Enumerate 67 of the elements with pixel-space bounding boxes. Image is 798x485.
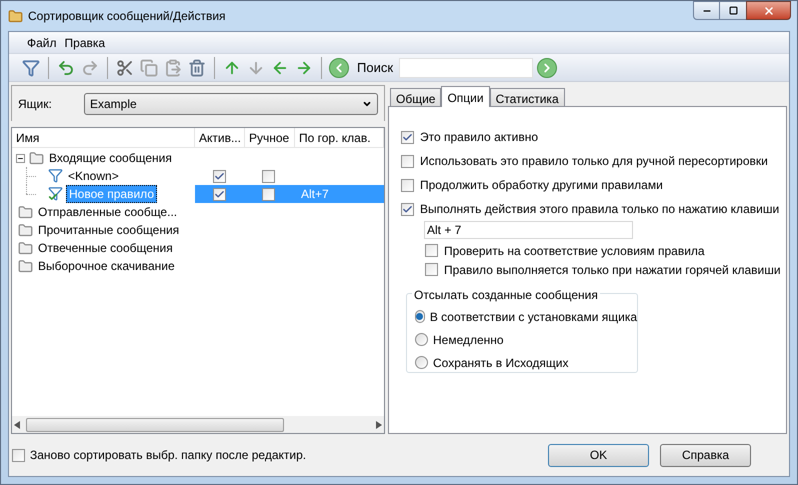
column-header[interactable]: Имя [12, 128, 195, 147]
tree-item[interactable]: Прочитанные сообщения [36, 222, 182, 238]
close-button[interactable] [746, 1, 791, 20]
scroll-left-icon[interactable] [14, 420, 20, 428]
folder-icon [18, 222, 34, 238]
tree-item[interactable]: <Known> [66, 168, 121, 184]
checkbox-label: Заново сортировать выбр. папку после редактир. [30, 447, 306, 464]
folder-icon [18, 240, 34, 256]
mailbox-label: Ящик: [18, 96, 53, 112]
horizontal-scrollbar[interactable] [12, 416, 384, 433]
maximize-button[interactable] [720, 1, 746, 20]
ok-button[interactable]: OK [548, 444, 649, 466]
column-header[interactable]: Актив... [195, 128, 245, 147]
scroll-right-icon[interactable] [376, 420, 382, 428]
checkbox[interactable] [212, 170, 226, 182]
tree-item[interactable]: Отвеченные сообщения [36, 240, 175, 256]
option-label: Продолжить обработку другими правилами [420, 177, 663, 194]
window-title: Сортировщик сообщений/Действия [28, 8, 226, 25]
checkbox[interactable] [401, 202, 414, 216]
radio-label: Сохранять в Исходящих [433, 354, 568, 372]
search-label: Поиск [357, 58, 394, 77]
checkbox[interactable] [262, 170, 274, 182]
app-icon [7, 8, 23, 24]
tab[interactable]: Общие [390, 88, 442, 106]
radio-button[interactable] [415, 356, 428, 369]
tree-item[interactable]: Отправленные сообще... [36, 204, 180, 220]
tab[interactable]: Статистика [490, 88, 565, 106]
mailbox-dropdown[interactable]: Example [84, 92, 378, 114]
folder-icon [18, 204, 34, 220]
maximize-icon [728, 6, 738, 15]
filter-icon [48, 186, 64, 202]
hotkey-text: Alt+7 [301, 187, 329, 201]
option-label: Это правило активно [420, 129, 538, 146]
option-label: Использовать это правило только для ручной пересортировки [420, 153, 768, 170]
radio-button[interactable] [415, 310, 425, 323]
checkbox[interactable] [12, 448, 25, 462]
radio-button[interactable] [415, 333, 428, 346]
minimize-button[interactable] [693, 1, 720, 20]
checkbox[interactable] [425, 244, 438, 257]
filter-icon [48, 168, 64, 184]
back-icon[interactable] [329, 58, 349, 78]
checkbox[interactable] [401, 130, 414, 144]
option-label: Выполнять действия этого правила только по нажатию клавиши [420, 201, 780, 218]
forward-icon[interactable] [537, 58, 558, 78]
folder-icon [29, 150, 45, 166]
collapse-toggle[interactable] [16, 154, 25, 162]
tree-item[interactable]: Входящие сообщения [47, 150, 174, 166]
option-label: Проверить на соответствие условиям правила [444, 242, 705, 260]
checkbox[interactable] [401, 178, 414, 192]
close-icon [762, 4, 774, 16]
tab[interactable]: Опции [441, 86, 490, 107]
folder-icon [18, 258, 34, 274]
radio-label: Немедленно [433, 332, 504, 348]
column-header[interactable]: По гор. клав. [295, 128, 384, 147]
tree-item[interactable]: Выборочное скачивание [36, 258, 177, 274]
help-button[interactable]: Справка [660, 444, 751, 466]
search-field[interactable] [399, 58, 534, 78]
checkbox[interactable] [262, 188, 274, 200]
radio-label: В соответствии с установками ящика [430, 308, 637, 326]
checkbox[interactable] [401, 154, 414, 168]
menu-item[interactable]: Правка [60, 34, 110, 52]
column-header[interactable]: Ручное [245, 128, 295, 147]
option-label: Правило выполняется только при нажатии горячей клавиши [444, 262, 781, 278]
checkbox[interactable] [425, 263, 438, 276]
hotkey-field[interactable]: Alt + 7 [424, 221, 633, 239]
menu-item[interactable]: Файл [23, 34, 61, 52]
checkbox[interactable] [212, 188, 226, 200]
